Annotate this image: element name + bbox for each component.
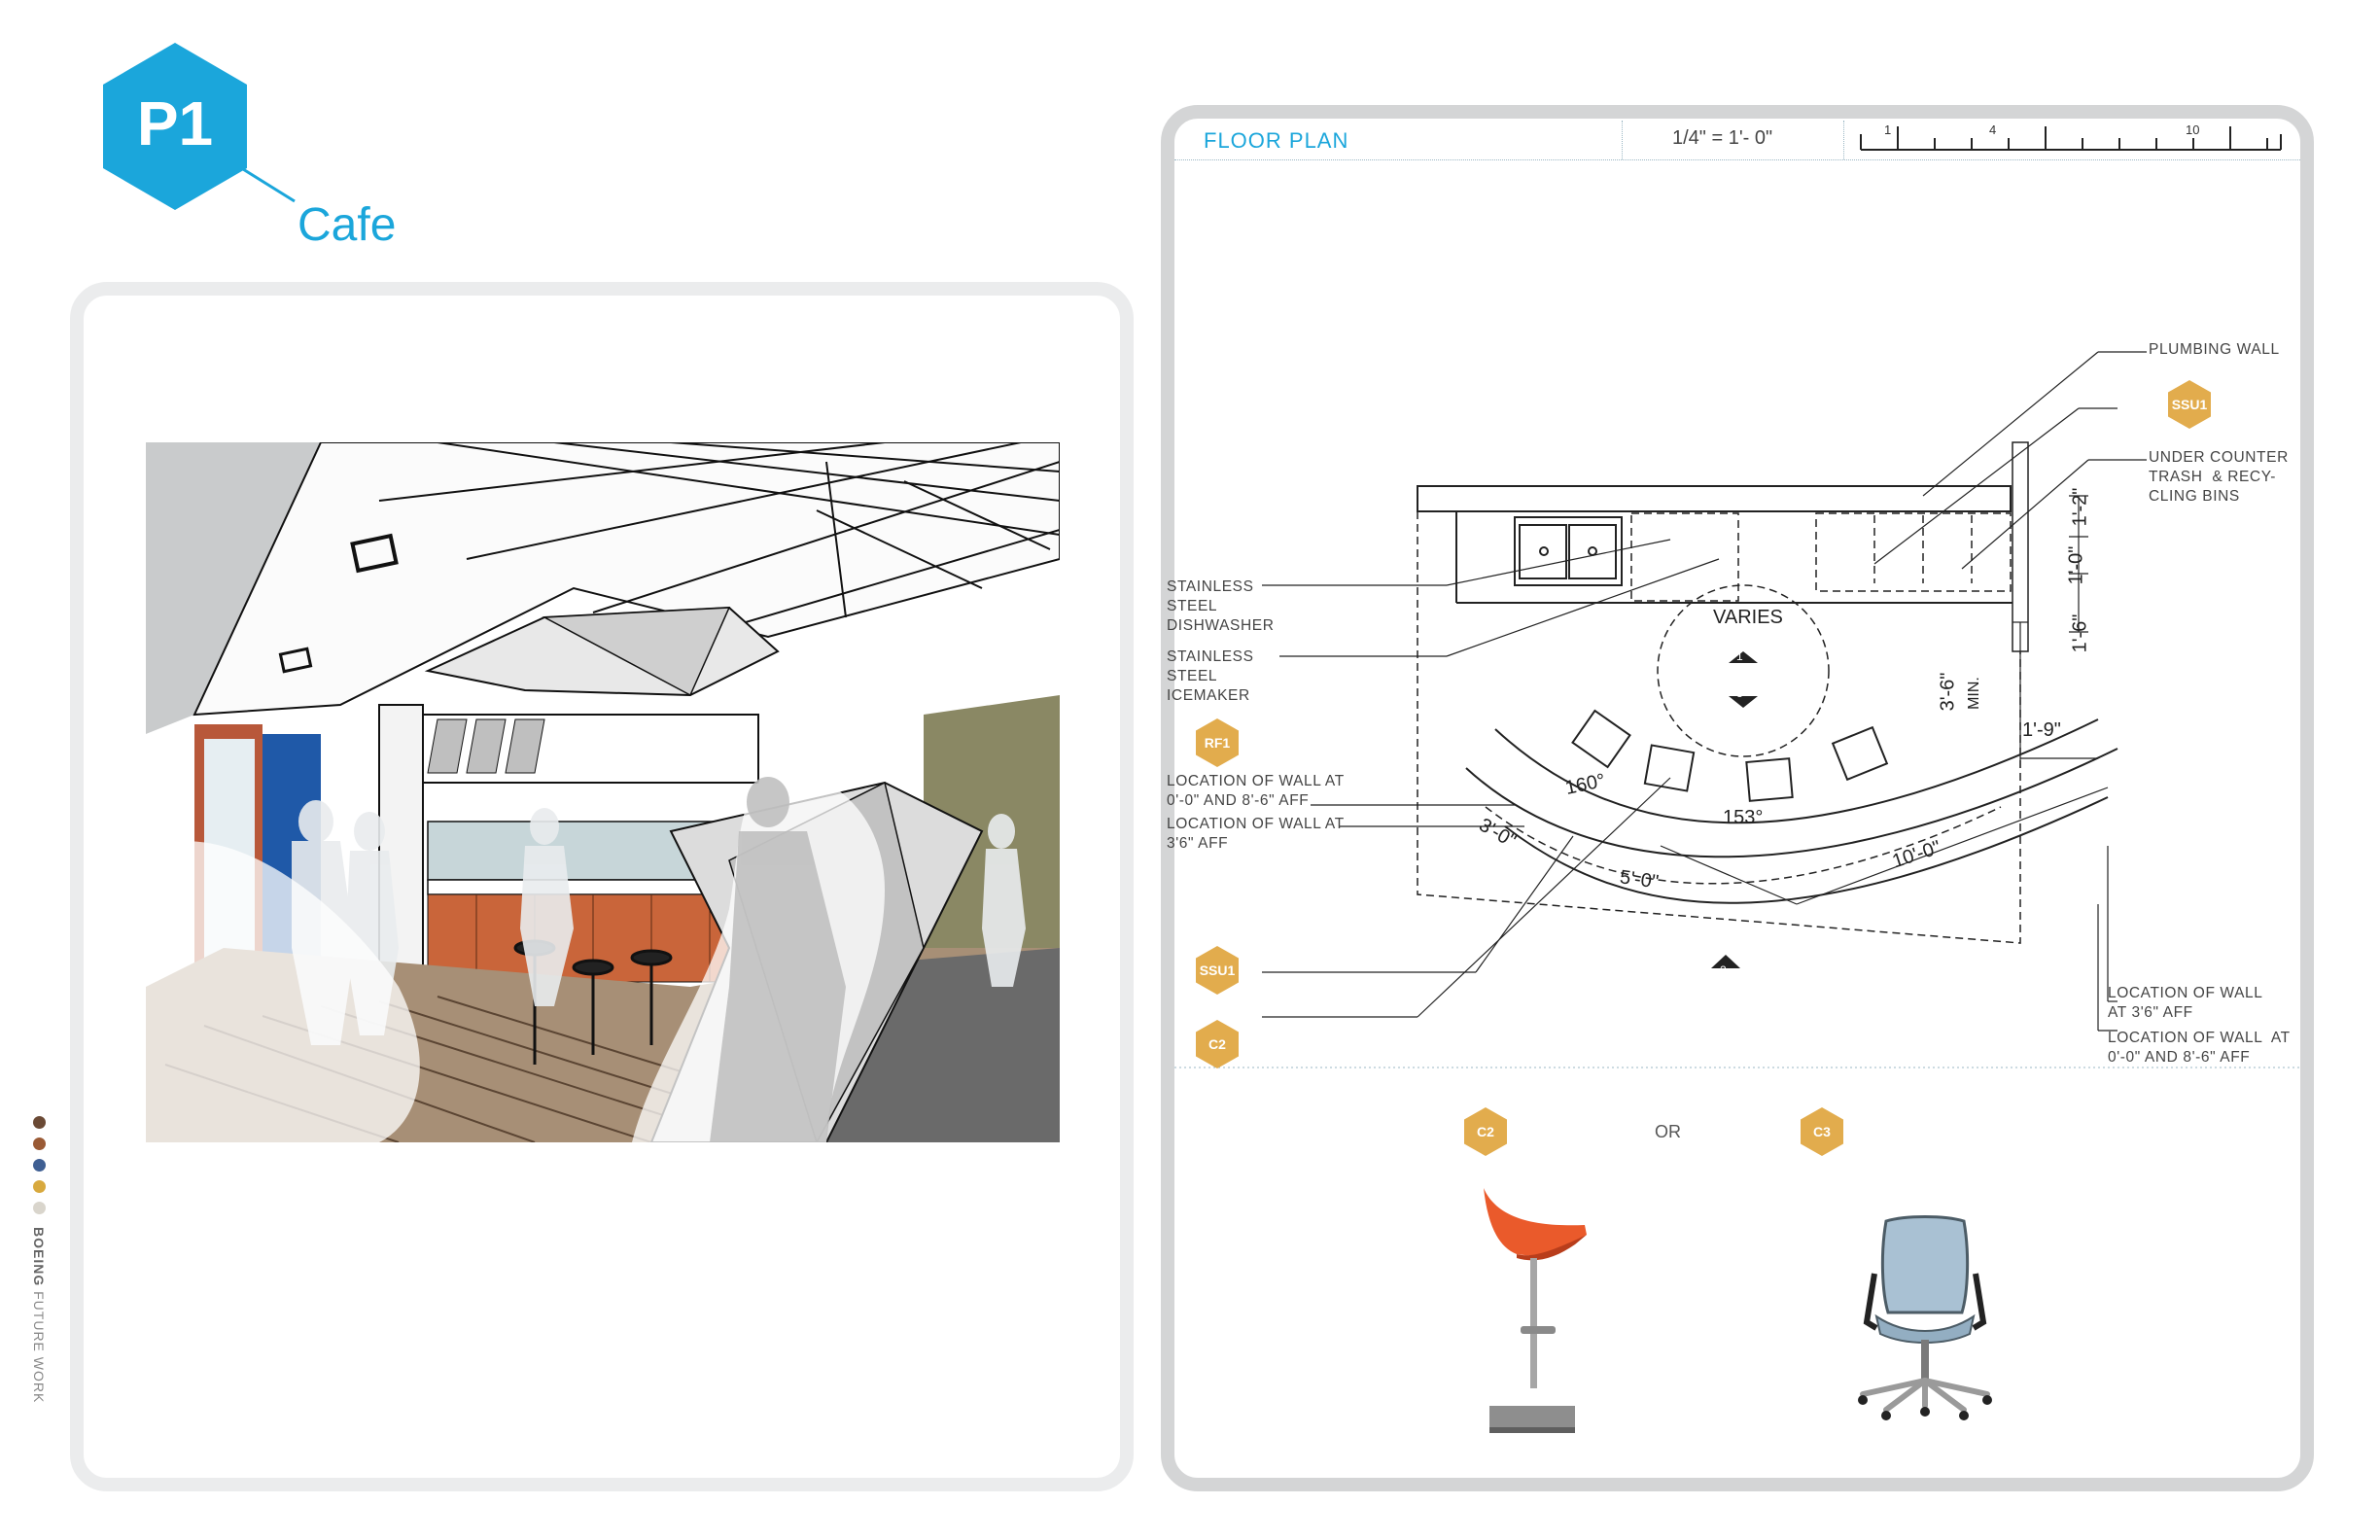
ruler-tick-10: 10 [2186, 122, 2200, 137]
label-dishwasher: STAINLESS STEEL DISHWASHER [1167, 578, 1275, 634]
marker-1: 1 [1736, 649, 1743, 663]
dim-1-2: 1'-2" [2069, 487, 2091, 527]
tag-ssu1-left-label: SSU1 [1199, 962, 1236, 978]
label-wall-loc-2: LOCATION OF WALL AT 3'6" AFF [1167, 816, 1345, 852]
page-title: Cafe [298, 199, 397, 251]
tag-rf1-label: RF1 [1204, 735, 1231, 751]
tag-c2-plan: C2 [1192, 1019, 1242, 1069]
dim-1-0: 1'-0" [2065, 545, 2087, 585]
label-wall-loc-1: LOCATION OF WALL AT 0'-0" AND 8'-6" AFF [1167, 773, 1345, 809]
scale-label: 1/4" = 1'- 0" [1672, 127, 1773, 149]
or-label: OR [1655, 1122, 1681, 1141]
ruler-tick-4: 4 [1989, 122, 1997, 137]
label-wall-loc-4: LOCATION OF WALL AT 0'-0" AND 8'-6" AFF [2108, 1030, 2291, 1066]
tag-c3-option-label: C3 [1813, 1124, 1831, 1139]
tag-c2-option-label: C2 [1477, 1124, 1494, 1139]
brand-vertical: BOEING FUTURE WORK [31, 1227, 47, 1403]
tag-rf1: RF1 [1192, 718, 1242, 768]
tag-c2-option: C2 [1460, 1106, 1511, 1157]
header-divider-2 [1843, 121, 1844, 159]
swatch-2 [33, 1138, 46, 1150]
tag-c3-option: C3 [1797, 1106, 1847, 1157]
label-plumbing-wall: PLUMBING WALL [2149, 341, 2280, 358]
swatch-1 [33, 1116, 46, 1129]
dim-1-6: 1'-6" [2069, 613, 2091, 653]
tag-ssu1-left: SSU1 [1192, 945, 1242, 996]
dim-3-6: 3'-6" [1937, 672, 1959, 712]
label-icemaker: STAINLESS STEEL ICEMAKER [1167, 648, 1254, 704]
task-chair-image [1858, 1215, 1992, 1420]
header-divider-1 [1622, 121, 1623, 159]
floorplan-title: FLOOR PLAN [1204, 128, 1349, 153]
dim-1-9: 1'-9" [2022, 719, 2061, 741]
marker-3: 3 [1736, 686, 1743, 700]
swatch-5 [33, 1202, 46, 1214]
brand-subtitle: FUTURE WORK [31, 1291, 47, 1404]
angle-153: 153° [1723, 807, 1764, 828]
label-varies: VARIES [1713, 607, 1783, 628]
tag-ssu1-top: SSU1 [2164, 379, 2215, 430]
page-badge-label: P1 [136, 88, 214, 158]
brand-name: BOEING [31, 1227, 47, 1287]
cafe-perspective-rendering [146, 442, 1060, 1142]
swatch-3 [33, 1159, 46, 1172]
tag-ssu1-top-label: SSU1 [2171, 397, 2208, 412]
scale-ruler [1860, 126, 2282, 151]
dim-min: MIN. [1965, 677, 1982, 710]
tag-c2-plan-label: C2 [1208, 1036, 1226, 1052]
marker-2: 2 [1720, 963, 1727, 977]
label-wall-loc-3: LOCATION OF WALL AT 3'6" AFF [2108, 985, 2263, 1021]
ruler-tick-1: 1 [1884, 122, 1892, 137]
label-under-counter: UNDER COUNTER TRASH & RECY- CLING BINS [2149, 449, 2289, 505]
swatch-4 [33, 1180, 46, 1193]
bar-stool-image [1484, 1188, 1587, 1433]
